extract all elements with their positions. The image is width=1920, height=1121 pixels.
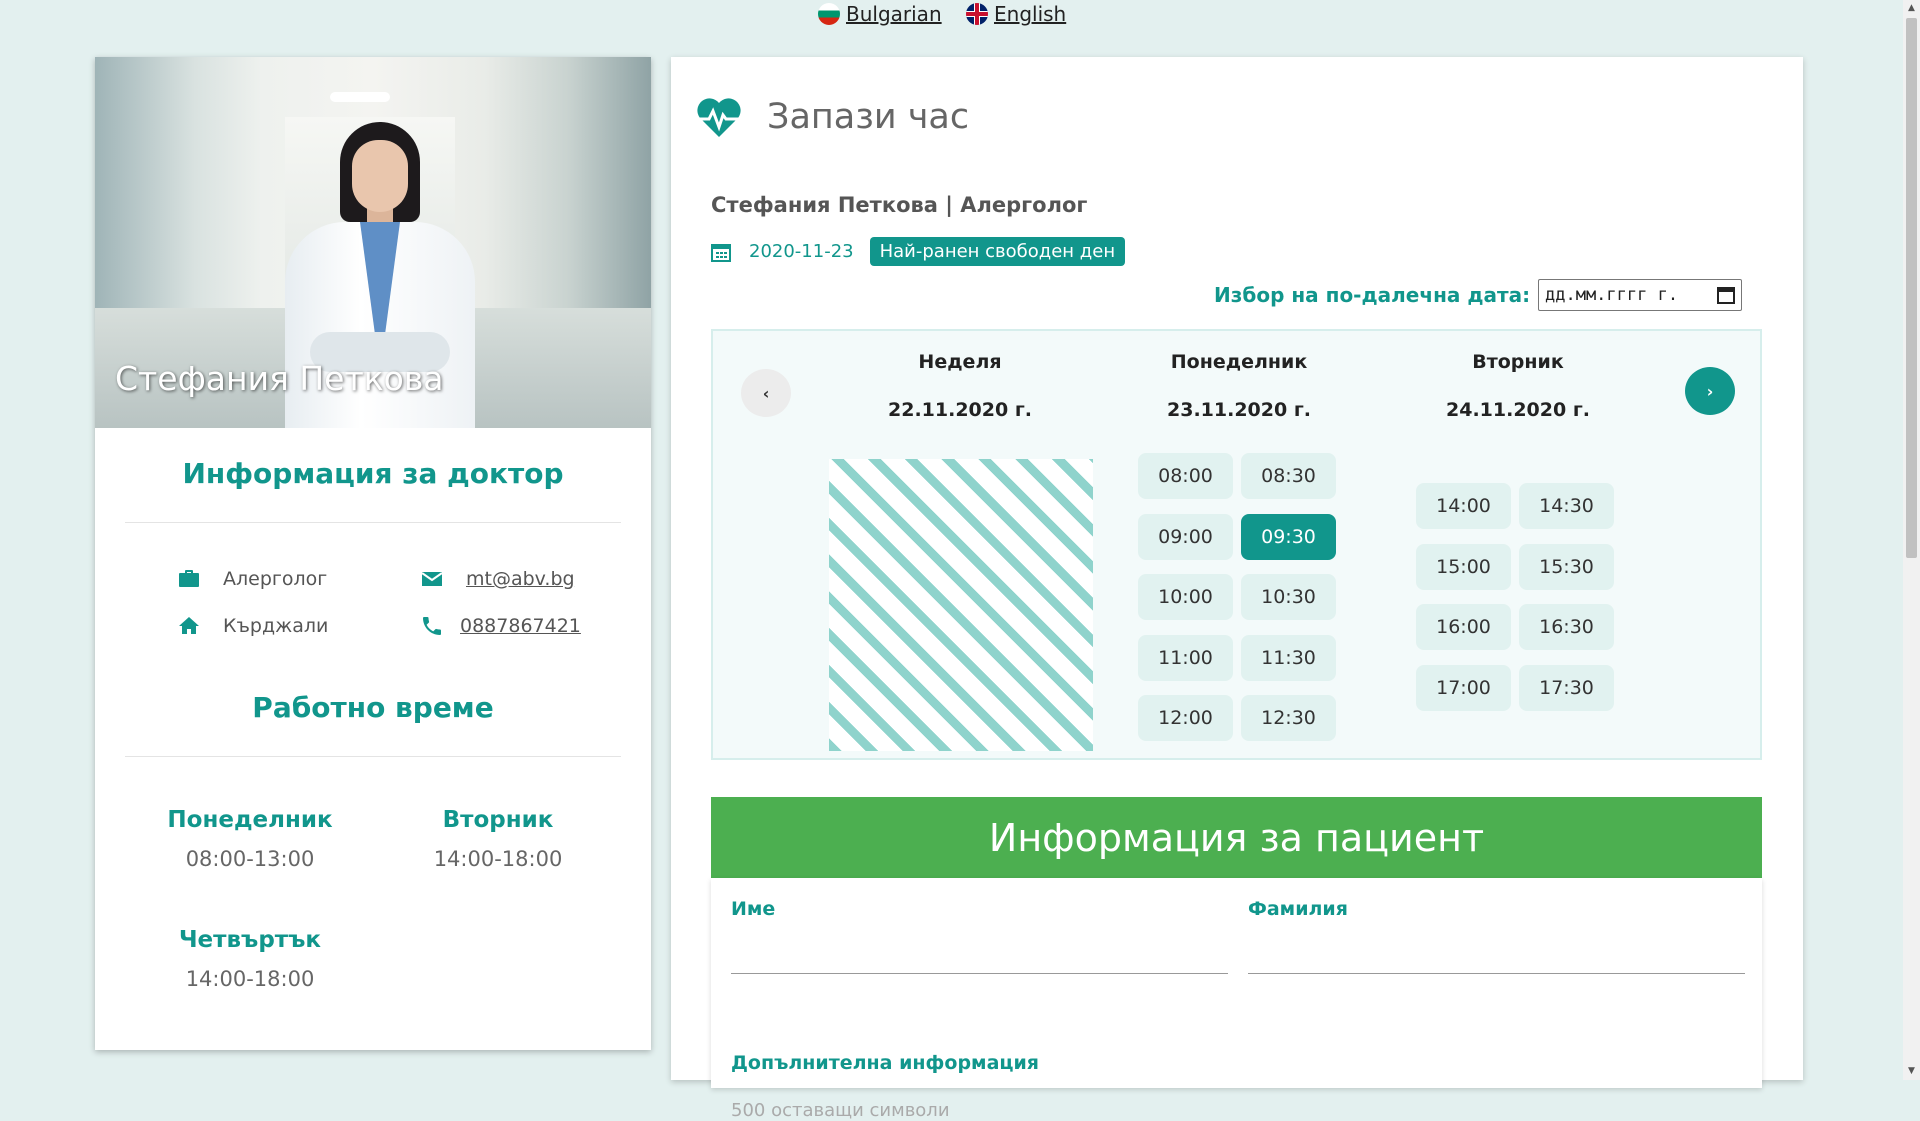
earliest-date-row: 2020-11-23 Най-ранен свободен ден [711, 237, 1126, 266]
work-day-hours: 08:00-13:00 [185, 847, 315, 871]
uk-flag-icon [966, 3, 988, 25]
scrollbar-thumb[interactable] [1906, 18, 1917, 558]
time-slot[interactable]: 09:00 [1138, 514, 1233, 560]
time-slot[interactable]: 16:00 [1416, 604, 1511, 650]
doctor-specialty-line: Стефания Петкова | Алерголог [711, 193, 1088, 217]
city-text: Кърджали [223, 615, 329, 637]
doctor-photo-name: Стефания Петкова [115, 359, 444, 398]
further-date-label: Избор на по-далечна дата: [1214, 283, 1531, 307]
time-slot[interactable]: 15:00 [1416, 544, 1511, 590]
weekday-label: Вторник [1472, 351, 1564, 373]
time-slot[interactable]: 11:00 [1138, 635, 1233, 681]
date-label: 24.11.2020 г. [1446, 399, 1590, 421]
language-english-link[interactable]: English [966, 2, 1066, 26]
work-day-name: Вторник [442, 807, 554, 833]
email-row: mt@abv.bg [420, 567, 575, 591]
previous-days-button[interactable]: ‹ [741, 369, 791, 417]
doctor-photo: Стефания Петкова [95, 57, 651, 428]
calendar-icon [711, 243, 731, 262]
schedule-grid: ‹ › Неделя 22.11.2020 г. Понеделник 23.1… [711, 329, 1762, 760]
weekday-label: Неделя [918, 351, 1002, 373]
phone-link[interactable]: 0887867421 [460, 615, 581, 637]
bulgarian-flag-icon [818, 3, 840, 25]
calendar-picker-icon[interactable] [1717, 286, 1735, 304]
patient-info-header: Информация за пациент [711, 797, 1762, 878]
last-name-input[interactable] [1248, 973, 1745, 974]
language-bulgarian-label: Bulgarian [846, 2, 942, 26]
time-slot-selected[interactable]: 09:30 [1241, 514, 1336, 560]
date-label: 23.11.2020 г. [1167, 399, 1311, 421]
earliest-date: 2020-11-23 [749, 241, 854, 262]
first-name-input[interactable] [731, 973, 1228, 974]
booking-title-row: Запази час [695, 95, 969, 139]
phone-icon [423, 617, 441, 635]
chars-left-hint: 500 оставащи символи [731, 1100, 950, 1121]
specialty-text: Алерголог [223, 568, 328, 590]
weekday-label: Понеделник [1170, 351, 1308, 373]
divider [125, 522, 621, 523]
time-slot[interactable]: 17:00 [1416, 665, 1511, 711]
city-row: Кърджали [177, 614, 328, 638]
work-day-thursday: Четвъртък 14:00-18:00 [125, 927, 375, 991]
booking-panel: Запази час Стефания Петкова | Алерголог … [671, 57, 1803, 1121]
last-name-label: Фамилия [1248, 898, 1348, 920]
time-slot[interactable]: 12:30 [1241, 695, 1336, 741]
unavailable-day-pattern [829, 459, 1093, 751]
day-column-header-monday: Понеделник 23.11.2020 г. [1114, 351, 1364, 421]
briefcase-icon [179, 570, 199, 587]
envelope-icon [421, 572, 443, 586]
work-day-hours: 14:00-18:00 [433, 847, 563, 871]
language-english-label: English [994, 2, 1067, 26]
further-date-input[interactable]: дд.мм.гггг г. [1538, 279, 1742, 311]
time-slot[interactable]: 12:00 [1138, 695, 1233, 741]
time-slot[interactable]: 17:30 [1519, 665, 1614, 711]
day-column-header-tuesday: Вторник 24.11.2020 г. [1393, 351, 1643, 421]
work-day-hours: 14:00-18:00 [185, 967, 315, 991]
doctor-card: Стефания Петкова Информация за доктор Ал… [95, 57, 651, 1050]
date-label: 22.11.2020 г. [888, 399, 1032, 421]
page-scrollbar[interactable]: ▲ ▼ [1903, 0, 1920, 1080]
time-slot[interactable]: 10:00 [1138, 574, 1233, 620]
work-day-tuesday: Вторник 14:00-18:00 [373, 807, 623, 871]
scroll-down-arrow-icon[interactable]: ▼ [1903, 1063, 1920, 1080]
work-day-name: Четвъртък [178, 927, 322, 953]
phone-row: 0887867421 [420, 614, 581, 638]
time-slot[interactable]: 16:30 [1519, 604, 1614, 650]
language-bulgarian-link[interactable]: Bulgarian [818, 2, 942, 26]
day-column-header-sunday: Неделя 22.11.2020 г. [835, 351, 1085, 421]
time-slot[interactable]: 08:30 [1241, 453, 1336, 499]
specialty-row: Алерголог [177, 567, 327, 591]
heartbeat-icon [697, 98, 741, 137]
next-days-button[interactable]: › [1685, 367, 1735, 415]
scroll-up-arrow-icon[interactable]: ▲ [1903, 0, 1920, 17]
earliest-free-day-badge: Най-ранен свободен ден [869, 237, 1126, 266]
booking-title: Запази час [767, 97, 970, 137]
time-slot[interactable]: 10:30 [1241, 574, 1336, 620]
email-link[interactable]: mt@abv.bg [466, 568, 575, 590]
time-slot[interactable]: 08:00 [1138, 453, 1233, 499]
divider [125, 756, 621, 757]
first-name-label: Име [731, 898, 776, 920]
work-time-title: Работно време [252, 691, 494, 724]
work-day-monday: Понеделник 08:00-13:00 [125, 807, 375, 871]
date-input-placeholder: дд.мм.гггг г. [1545, 285, 1679, 305]
home-icon [179, 617, 199, 634]
time-slot[interactable]: 15:30 [1519, 544, 1614, 590]
doctor-info-title: Информация за доктор [182, 457, 564, 490]
time-slot[interactable]: 14:30 [1519, 483, 1614, 529]
work-day-name: Понеделник [167, 807, 333, 833]
time-slot[interactable]: 14:00 [1416, 483, 1511, 529]
extra-info-label: Допълнителна информация [731, 1052, 1040, 1074]
time-slot[interactable]: 11:30 [1241, 635, 1336, 681]
patient-form: Име Фамилия Допълнителна информация 500 … [711, 878, 1762, 1121]
